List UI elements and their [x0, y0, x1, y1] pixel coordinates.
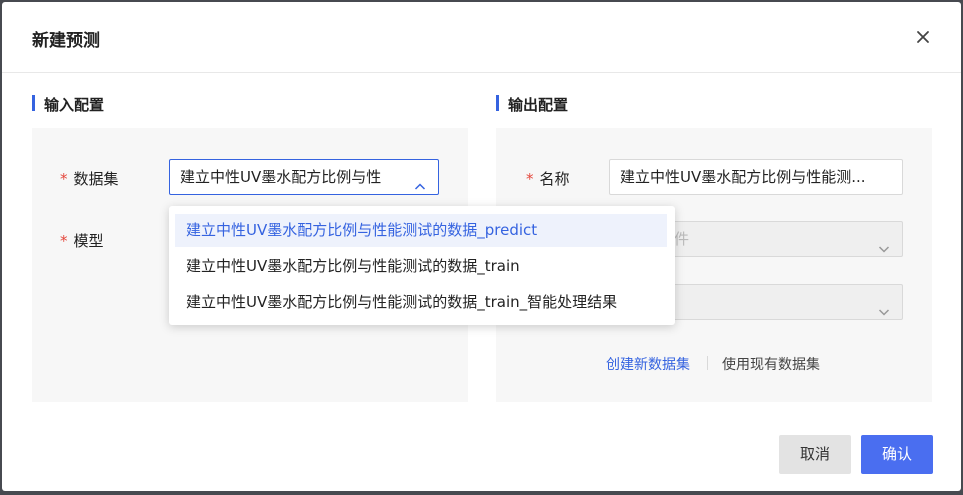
- name-label-text: 名称: [539, 170, 570, 188]
- dataset-dropdown: 建立中性UV墨水配方比例与性能测试的数据_predict 建立中性UV墨水配方比…: [169, 206, 675, 325]
- dialog-header: 新建预测: [2, 2, 961, 73]
- dropdown-option[interactable]: 建立中性UV墨水配方比例与性能测试的数据_train: [175, 250, 667, 283]
- chevron-down-icon: [878, 233, 890, 253]
- input-section-title: 输入配置: [32, 94, 104, 115]
- required-marker: *: [60, 232, 68, 250]
- chevron-up-icon: [414, 171, 426, 190]
- output-section-title: 输出配置: [496, 94, 568, 115]
- link-divider: [707, 356, 708, 370]
- model-label-text: 模型: [73, 232, 104, 250]
- name-input[interactable]: 建立中性UV墨水配方比例与性能测...: [609, 159, 903, 195]
- output-type-value: 件: [674, 230, 690, 248]
- dataset-label: * 数据集: [60, 168, 119, 189]
- chevron-down-icon: [878, 296, 890, 316]
- close-button[interactable]: [909, 24, 937, 52]
- dataset-label-text: 数据集: [73, 170, 119, 188]
- dataset-select[interactable]: 建立中性UV墨水配方比例与性: [169, 159, 439, 195]
- close-icon: [916, 29, 930, 48]
- name-input-value: 建立中性UV墨水配方比例与性能测...: [620, 168, 866, 186]
- name-label: * 名称: [526, 168, 570, 189]
- confirm-button[interactable]: 确认: [861, 435, 933, 474]
- dropdown-option[interactable]: 建立中性UV墨水配方比例与性能测试的数据_train_智能处理结果: [175, 286, 667, 319]
- new-prediction-dialog: 新建预测 输入配置 * 数据集 建立中性UV墨水配方比例与性 * 模型 输出配置 *…: [2, 2, 961, 491]
- cancel-button[interactable]: 取消: [779, 435, 851, 474]
- dialog-title: 新建预测: [32, 31, 100, 51]
- required-marker: *: [526, 170, 534, 188]
- use-existing-dataset-link[interactable]: 使用现有数据集: [722, 354, 820, 374]
- dataset-select-value: 建立中性UV墨水配方比例与性: [180, 168, 382, 186]
- model-label: * 模型: [60, 230, 104, 251]
- create-dataset-link[interactable]: 创建新数据集: [606, 354, 690, 374]
- required-marker: *: [60, 170, 68, 188]
- dropdown-option[interactable]: 建立中性UV墨水配方比例与性能测试的数据_predict: [175, 214, 667, 247]
